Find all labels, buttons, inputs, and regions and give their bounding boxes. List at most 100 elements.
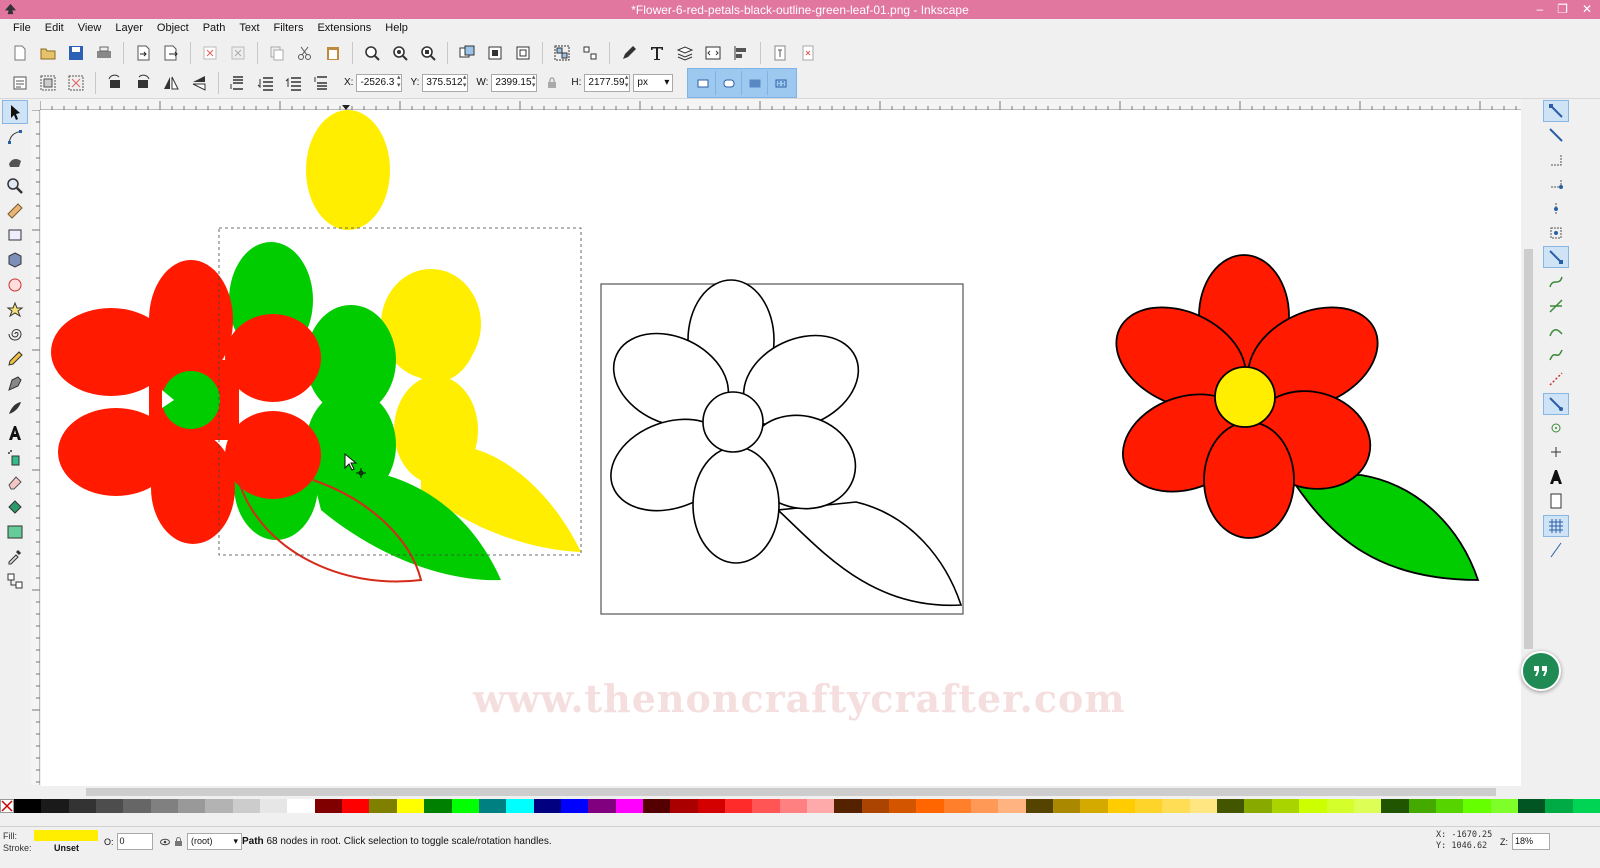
color-swatch[interactable] [342,799,370,813]
lock-icon[interactable] [174,836,183,847]
paint-bucket-tool[interactable] [2,495,28,519]
print-button[interactable] [92,41,116,65]
color-swatch[interactable] [861,799,889,813]
snap-bbox-midpoint-toggle[interactable] [1543,198,1569,220]
close-window-button[interactable]: ✕ [1582,0,1592,19]
menu-file[interactable]: File [6,22,38,34]
color-swatch[interactable] [1463,799,1491,813]
scroll-thumb[interactable] [86,788,1496,796]
color-swatch[interactable] [1545,799,1573,813]
node-tool[interactable] [2,125,28,149]
color-swatch[interactable] [14,799,42,813]
snap-cusp-nodes-toggle[interactable] [1543,320,1569,342]
color-swatch[interactable] [424,799,452,813]
fill-swatch[interactable] [34,830,98,841]
fill-stroke-button[interactable] [617,41,641,65]
vertical-ruler[interactable] [31,109,40,785]
color-swatch[interactable] [369,799,397,813]
color-swatch[interactable] [451,799,479,813]
eye-icon[interactable] [160,837,170,847]
xml-editor-button[interactable] [701,41,725,65]
snap-bbox-corner-toggle[interactable] [1543,173,1569,195]
color-swatch[interactable] [232,799,261,813]
transform-patterns-toggle[interactable] [768,71,794,95]
text-tool[interactable] [2,421,28,445]
menu-layer[interactable]: Layer [108,22,150,34]
snap-nodes-toggle[interactable] [1543,246,1569,269]
color-swatch[interactable] [205,799,233,813]
snap-midpoints-toggle[interactable] [1543,368,1569,390]
ungroup-button[interactable] [578,41,602,65]
pencil-tool[interactable] [2,347,28,371]
snap-intersections-toggle[interactable] [1543,295,1569,317]
text-font-button[interactable] [645,41,669,65]
undo-button[interactable] [198,41,222,65]
transform-gradients-toggle[interactable] [742,70,769,95]
flip-horizontal-button[interactable] [159,71,183,95]
menu-edit[interactable]: Edit [38,22,71,34]
opacity-input[interactable]: 0 [116,833,153,850]
color-swatch[interactable] [123,799,151,813]
new-document-button[interactable] [8,41,32,65]
height-input[interactable]: 2177.59 [584,73,631,92]
snap-text-baseline-toggle[interactable] [1543,466,1569,488]
snap-enable-toggle[interactable] [1543,100,1569,122]
color-swatch[interactable] [1217,799,1245,813]
color-swatch[interactable] [724,799,753,813]
color-swatch[interactable] [1107,799,1136,813]
snap-bbox-edge-toggle[interactable] [1543,149,1569,171]
horizontal-ruler[interactable] [39,99,1521,110]
snap-guides-toggle[interactable] [1543,539,1569,561]
color-swatch[interactable] [287,799,315,813]
color-swatch[interactable] [1517,799,1546,813]
color-swatch[interactable] [889,799,917,813]
color-swatch[interactable] [1135,799,1163,813]
menu-help[interactable]: Help [378,22,415,34]
snap-rotation-center-toggle[interactable] [1543,441,1569,463]
scale-stroke-toggle[interactable] [690,70,717,95]
flip-vertical-button[interactable] [187,71,211,95]
color-swatch[interactable] [806,799,835,813]
import-button[interactable] [131,41,155,65]
color-swatch[interactable] [1025,799,1054,813]
chat-bubble-button[interactable] [1521,651,1561,691]
color-swatch[interactable] [1572,799,1600,813]
color-swatch[interactable] [1353,799,1382,813]
pen-tool[interactable] [2,372,28,396]
finished-flower[interactable] [1100,254,1480,581]
ellipse-tool[interactable] [2,273,28,297]
duplicate-button[interactable] [455,41,479,65]
color-swatch[interactable] [1080,799,1108,813]
color-swatch[interactable] [670,799,698,813]
preferences-button[interactable] [768,41,792,65]
calligraphy-tool[interactable] [2,396,28,420]
lock-icon[interactable] [547,77,557,89]
menu-extensions[interactable]: Extensions [310,22,378,34]
clone-button[interactable] [483,41,507,65]
snap-bbox-toggle[interactable] [1543,124,1569,146]
snap-paths-toggle[interactable] [1543,271,1569,293]
connector-tool[interactable] [2,569,28,593]
color-swatch[interactable] [642,799,671,813]
menu-path[interactable]: Path [196,22,233,34]
color-swatch[interactable] [1189,799,1218,813]
no-paint-swatch[interactable] [0,799,14,813]
color-swatch[interactable] [396,799,425,813]
color-swatch[interactable] [998,799,1026,813]
color-swatch[interactable] [1244,799,1272,813]
rectangle-tool[interactable] [2,223,28,247]
snap-others-toggle[interactable] [1543,392,1569,415]
layers-button[interactable] [673,41,697,65]
color-swatch[interactable] [314,799,343,813]
color-swatch[interactable] [1490,799,1518,813]
save-button[interactable] [64,41,88,65]
menu-object[interactable]: Object [150,22,196,34]
color-swatch[interactable] [1271,799,1300,813]
color-swatch[interactable] [1162,799,1190,813]
color-swatch[interactable] [96,799,124,813]
measure-tool[interactable] [2,199,28,223]
paste-button[interactable] [321,41,345,65]
color-swatch[interactable] [834,799,862,813]
zoom-tool[interactable] [2,174,28,198]
width-input[interactable]: 2399.15 [491,73,538,92]
